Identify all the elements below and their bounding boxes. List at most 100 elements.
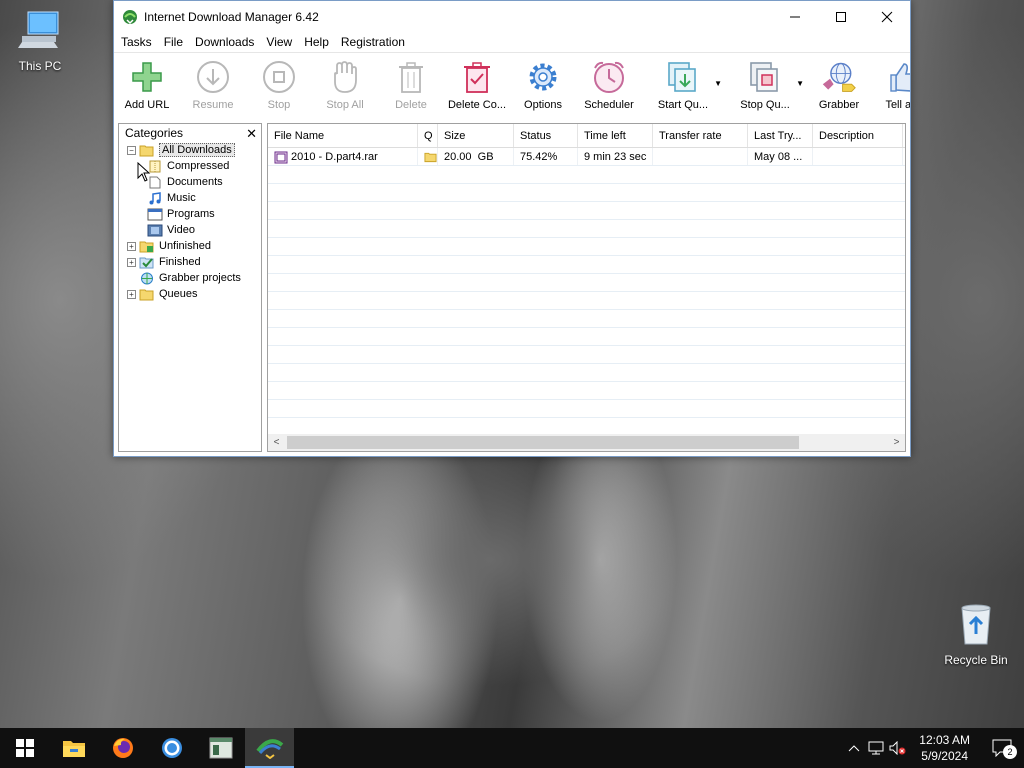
- tree-item-label: Grabber projects: [159, 272, 241, 284]
- expand-icon[interactable]: +: [127, 289, 136, 299]
- column-status[interactable]: Status: [514, 124, 578, 147]
- scheduler-button[interactable]: Scheduler: [576, 59, 642, 111]
- start-button[interactable]: [0, 728, 49, 768]
- music-note-icon: [149, 191, 161, 204]
- alarm-clock-icon: [591, 59, 627, 95]
- grabber-button[interactable]: Grabber: [806, 59, 872, 111]
- taskbar-firefox[interactable]: [98, 728, 147, 768]
- menu-bar: Tasks File Downloads View Help Registrat…: [114, 32, 910, 52]
- start-queue-dropdown-icon[interactable]: ▼: [714, 79, 722, 88]
- menu-downloads[interactable]: Downloads: [190, 35, 259, 49]
- menu-registration[interactable]: Registration: [336, 35, 410, 49]
- taskbar-app[interactable]: [196, 728, 245, 768]
- taskbar-idm[interactable]: [245, 728, 294, 768]
- stop-all-button[interactable]: Stop All: [312, 59, 378, 111]
- maximize-icon: [836, 11, 846, 22]
- tree-item-label: Programs: [167, 208, 215, 220]
- tree-item-label: Queues: [159, 288, 198, 300]
- close-button[interactable]: [864, 1, 910, 32]
- tree-item-label: Documents: [167, 176, 223, 188]
- tree-item-label: Finished: [159, 256, 201, 268]
- empty-row: [268, 292, 905, 310]
- empty-row: [268, 166, 905, 184]
- options-button[interactable]: Options: [510, 59, 576, 111]
- tree-item-grabber-projects[interactable]: Grabber projects: [127, 270, 261, 286]
- table-row[interactable]: 2010 - D.part4.rar 20.00 GB 75.42% 9 min…: [268, 148, 905, 166]
- expand-icon[interactable]: +: [127, 241, 136, 251]
- tree-item-music[interactable]: Music: [127, 190, 261, 206]
- scroll-left-icon[interactable]: <: [268, 437, 285, 448]
- minimize-button[interactable]: [772, 1, 818, 32]
- column-transfer-rate[interactable]: Transfer rate: [653, 124, 748, 147]
- taskbar-chrome[interactable]: [147, 728, 196, 768]
- close-icon[interactable]: ✕: [246, 126, 257, 142]
- film-icon: [147, 224, 163, 236]
- menu-view[interactable]: View: [261, 35, 297, 49]
- tree-item-label: Compressed: [167, 160, 230, 172]
- description-cell: [813, 148, 903, 165]
- network-button[interactable]: [865, 728, 887, 768]
- taskbar-file-explorer[interactable]: [49, 728, 98, 768]
- scroll-track[interactable]: [285, 436, 888, 449]
- delete-completed-button[interactable]: Delete Co...: [444, 59, 510, 111]
- notification-badge: 2: [1003, 745, 1017, 759]
- collapse-icon[interactable]: −: [127, 145, 136, 155]
- menu-tasks[interactable]: Tasks: [116, 35, 157, 49]
- taskbar: 12:03 AM 5/9/2024 2: [0, 728, 1024, 768]
- show-hidden-icons-button[interactable]: [843, 728, 865, 768]
- folder-icon: [139, 289, 154, 300]
- tree-item-label: Unfinished: [159, 240, 211, 252]
- tell-a-friend-button[interactable]: Tell a Fr: [872, 59, 910, 111]
- column-file-name[interactable]: File Name: [268, 124, 418, 147]
- stop-queue-button[interactable]: Stop Qu... ▼: [724, 59, 806, 111]
- tree-item-label: Music: [167, 192, 196, 204]
- tree-item-all-downloads[interactable]: − All Downloads: [127, 142, 261, 158]
- column-size[interactable]: Size: [438, 124, 514, 147]
- download-list: File Name Q Size Status Time left Transf…: [267, 123, 906, 452]
- resume-icon: [195, 59, 231, 95]
- title-bar[interactable]: Internet Download Manager 6.42: [114, 1, 910, 32]
- column-time-left[interactable]: Time left: [578, 124, 653, 147]
- empty-row: [268, 382, 905, 400]
- desktop-icon-label: This PC: [18, 59, 62, 73]
- system-tray: 12:03 AM 5/9/2024 2: [843, 728, 1024, 768]
- network-icon: [868, 741, 884, 755]
- clock[interactable]: 12:03 AM 5/9/2024: [909, 732, 980, 764]
- scroll-right-icon[interactable]: >: [888, 437, 905, 448]
- empty-row: [268, 184, 905, 202]
- horizontal-scrollbar[interactable]: < >: [268, 434, 905, 451]
- delete-button[interactable]: Delete: [378, 59, 444, 111]
- tree-item-video[interactable]: Video: [127, 222, 261, 238]
- app-window-icon: [209, 737, 232, 759]
- desktop-icon-this-pc[interactable]: This PC: [2, 8, 78, 73]
- menu-help[interactable]: Help: [299, 35, 334, 49]
- column-last-try[interactable]: Last Try...: [748, 124, 813, 147]
- add-url-icon: [129, 59, 165, 95]
- maximize-button[interactable]: [818, 1, 864, 32]
- column-queue[interactable]: Q: [418, 124, 438, 147]
- start-queue-button[interactable]: Start Qu... ▼: [642, 59, 724, 111]
- folder-unfinished-icon: [139, 241, 154, 252]
- volume-button[interactable]: [887, 728, 909, 768]
- stop-queue-dropdown-icon[interactable]: ▼: [796, 79, 804, 88]
- tree-item-label: All Downloads: [159, 143, 235, 157]
- mouse-cursor-icon: [137, 162, 151, 182]
- empty-row: [268, 238, 905, 256]
- scroll-thumb[interactable]: [287, 436, 799, 449]
- delete-icon: [393, 59, 429, 95]
- add-url-button[interactable]: Add URL: [114, 59, 180, 111]
- tree-item-unfinished[interactable]: + Unfinished: [127, 238, 261, 254]
- tree-item-queues[interactable]: + Queues: [127, 286, 261, 302]
- tree-item-finished[interactable]: + Finished: [127, 254, 261, 270]
- program-window-icon: [147, 208, 163, 220]
- tree-item-programs[interactable]: Programs: [127, 206, 261, 222]
- action-center-button[interactable]: 2: [980, 728, 1024, 768]
- resume-button[interactable]: Resume: [180, 59, 246, 111]
- desktop-icon-recycle-bin[interactable]: Recycle Bin: [938, 602, 1014, 667]
- recycle-bin-icon: [938, 602, 1014, 649]
- grabber-icon: [821, 59, 857, 95]
- expand-icon[interactable]: +: [127, 257, 136, 267]
- menu-file[interactable]: File: [159, 35, 188, 49]
- column-description[interactable]: Description: [813, 124, 903, 147]
- stop-button[interactable]: Stop: [246, 59, 312, 111]
